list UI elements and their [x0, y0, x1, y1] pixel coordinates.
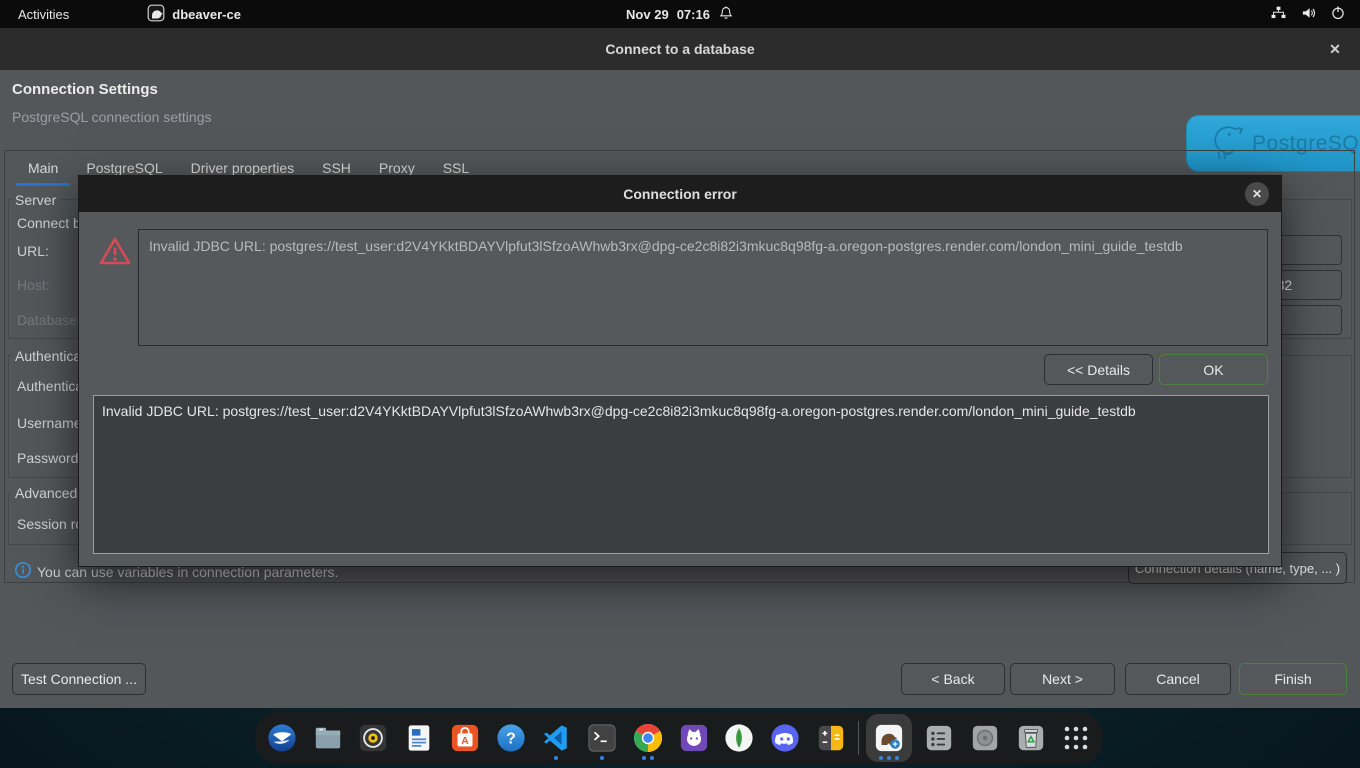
url-label: URL: [17, 243, 49, 259]
running-indicator [629, 756, 667, 760]
dock-dbeaver[interactable] [866, 714, 912, 762]
dock-help[interactable]: ? [492, 714, 530, 762]
info-icon [14, 561, 32, 584]
warning-icon [99, 236, 131, 271]
advanced-group-label: Advanced [11, 485, 81, 501]
system-status-area[interactable] [1270, 0, 1346, 28]
tab-main[interactable]: Main [14, 154, 72, 184]
top-bar: Activities dbeaver-ce Nov 29 07:16 [0, 0, 1360, 28]
focused-app-menu[interactable]: dbeaver-ce [147, 4, 241, 25]
dock-app-grid[interactable] [1057, 714, 1095, 762]
back-button[interactable]: < Back [901, 663, 1005, 695]
window-title: Connect to a database [605, 41, 754, 57]
dock-vscode[interactable] [537, 714, 575, 762]
dock-ubuntu-software[interactable]: A [446, 714, 484, 762]
error-dialog-title: Connection error [623, 186, 737, 202]
volume-icon [1300, 5, 1317, 24]
database-label: Database: [17, 312, 81, 328]
error-message-box[interactable]: Invalid JDBC URL: postgres://test_user:d… [138, 229, 1268, 346]
page-title: Connection Settings [12, 81, 158, 98]
password-label: Password: [17, 450, 82, 466]
dbeaver-app-icon [147, 4, 165, 25]
server-group-label: Server [11, 192, 60, 208]
network-icon [1270, 5, 1287, 23]
dock-discord[interactable] [766, 714, 804, 762]
dock-separator [858, 721, 859, 755]
connection-error-dialog: Connection error ✕ Invalid JDBC URL: pos… [78, 175, 1282, 567]
notification-bell-icon[interactable] [718, 4, 734, 25]
dock-github-desktop[interactable] [675, 714, 713, 762]
dock-mongodb-compass[interactable] [720, 714, 758, 762]
clock-date: Nov 29 [626, 7, 669, 22]
window-close-button[interactable]: ✕ [1326, 40, 1344, 58]
next-button[interactable]: Next > [1010, 663, 1115, 695]
dock-terminal[interactable] [583, 714, 621, 762]
dock: A ? [255, 712, 1103, 764]
svg-text:A: A [461, 736, 469, 747]
wizard-header: Connection Settings PostgreSQL connectio… [0, 70, 1360, 140]
dock-trash[interactable] [1012, 714, 1050, 762]
clock[interactable]: Nov 29 07:16 [626, 7, 710, 22]
error-dialog-close-button[interactable]: ✕ [1245, 182, 1269, 206]
page-subtitle: PostgreSQL connection settings [12, 109, 212, 125]
host-label: Host: [17, 277, 50, 293]
svg-text:?: ? [506, 731, 516, 748]
error-dialog-titlebar[interactable]: Connection error ✕ [79, 176, 1281, 212]
dock-files[interactable] [309, 714, 347, 762]
window-titlebar[interactable]: Connect to a database ✕ [0, 28, 1360, 70]
cancel-button[interactable]: Cancel [1125, 663, 1231, 695]
dock-disks[interactable] [966, 714, 1004, 762]
test-connection-button[interactable]: Test Connection ... [12, 663, 146, 695]
running-indicator [583, 756, 621, 760]
focused-app-name: dbeaver-ce [172, 7, 241, 22]
dock-rhythmbox[interactable] [354, 714, 392, 762]
username-label: Username: [17, 415, 85, 431]
dock-settings-box[interactable] [920, 714, 958, 762]
dock-thunderbird[interactable] [263, 714, 301, 762]
running-indicator [537, 756, 575, 760]
activities-button[interactable]: Activities [18, 7, 69, 22]
dock-libreoffice-writer[interactable] [400, 714, 438, 762]
finish-button[interactable]: Finish [1239, 663, 1347, 695]
desktop: Activities dbeaver-ce Nov 29 07:16 [0, 0, 1360, 768]
ok-button[interactable]: OK [1159, 354, 1268, 385]
error-details-box[interactable]: Invalid JDBC URL: postgres://test_user:d… [93, 395, 1269, 554]
dock-chrome[interactable] [629, 714, 667, 762]
clock-time: 07:16 [677, 7, 710, 22]
dock-calculator[interactable] [812, 714, 850, 762]
running-indicator [866, 756, 912, 760]
details-toggle-button[interactable]: << Details [1044, 354, 1153, 385]
power-icon [1330, 4, 1346, 24]
